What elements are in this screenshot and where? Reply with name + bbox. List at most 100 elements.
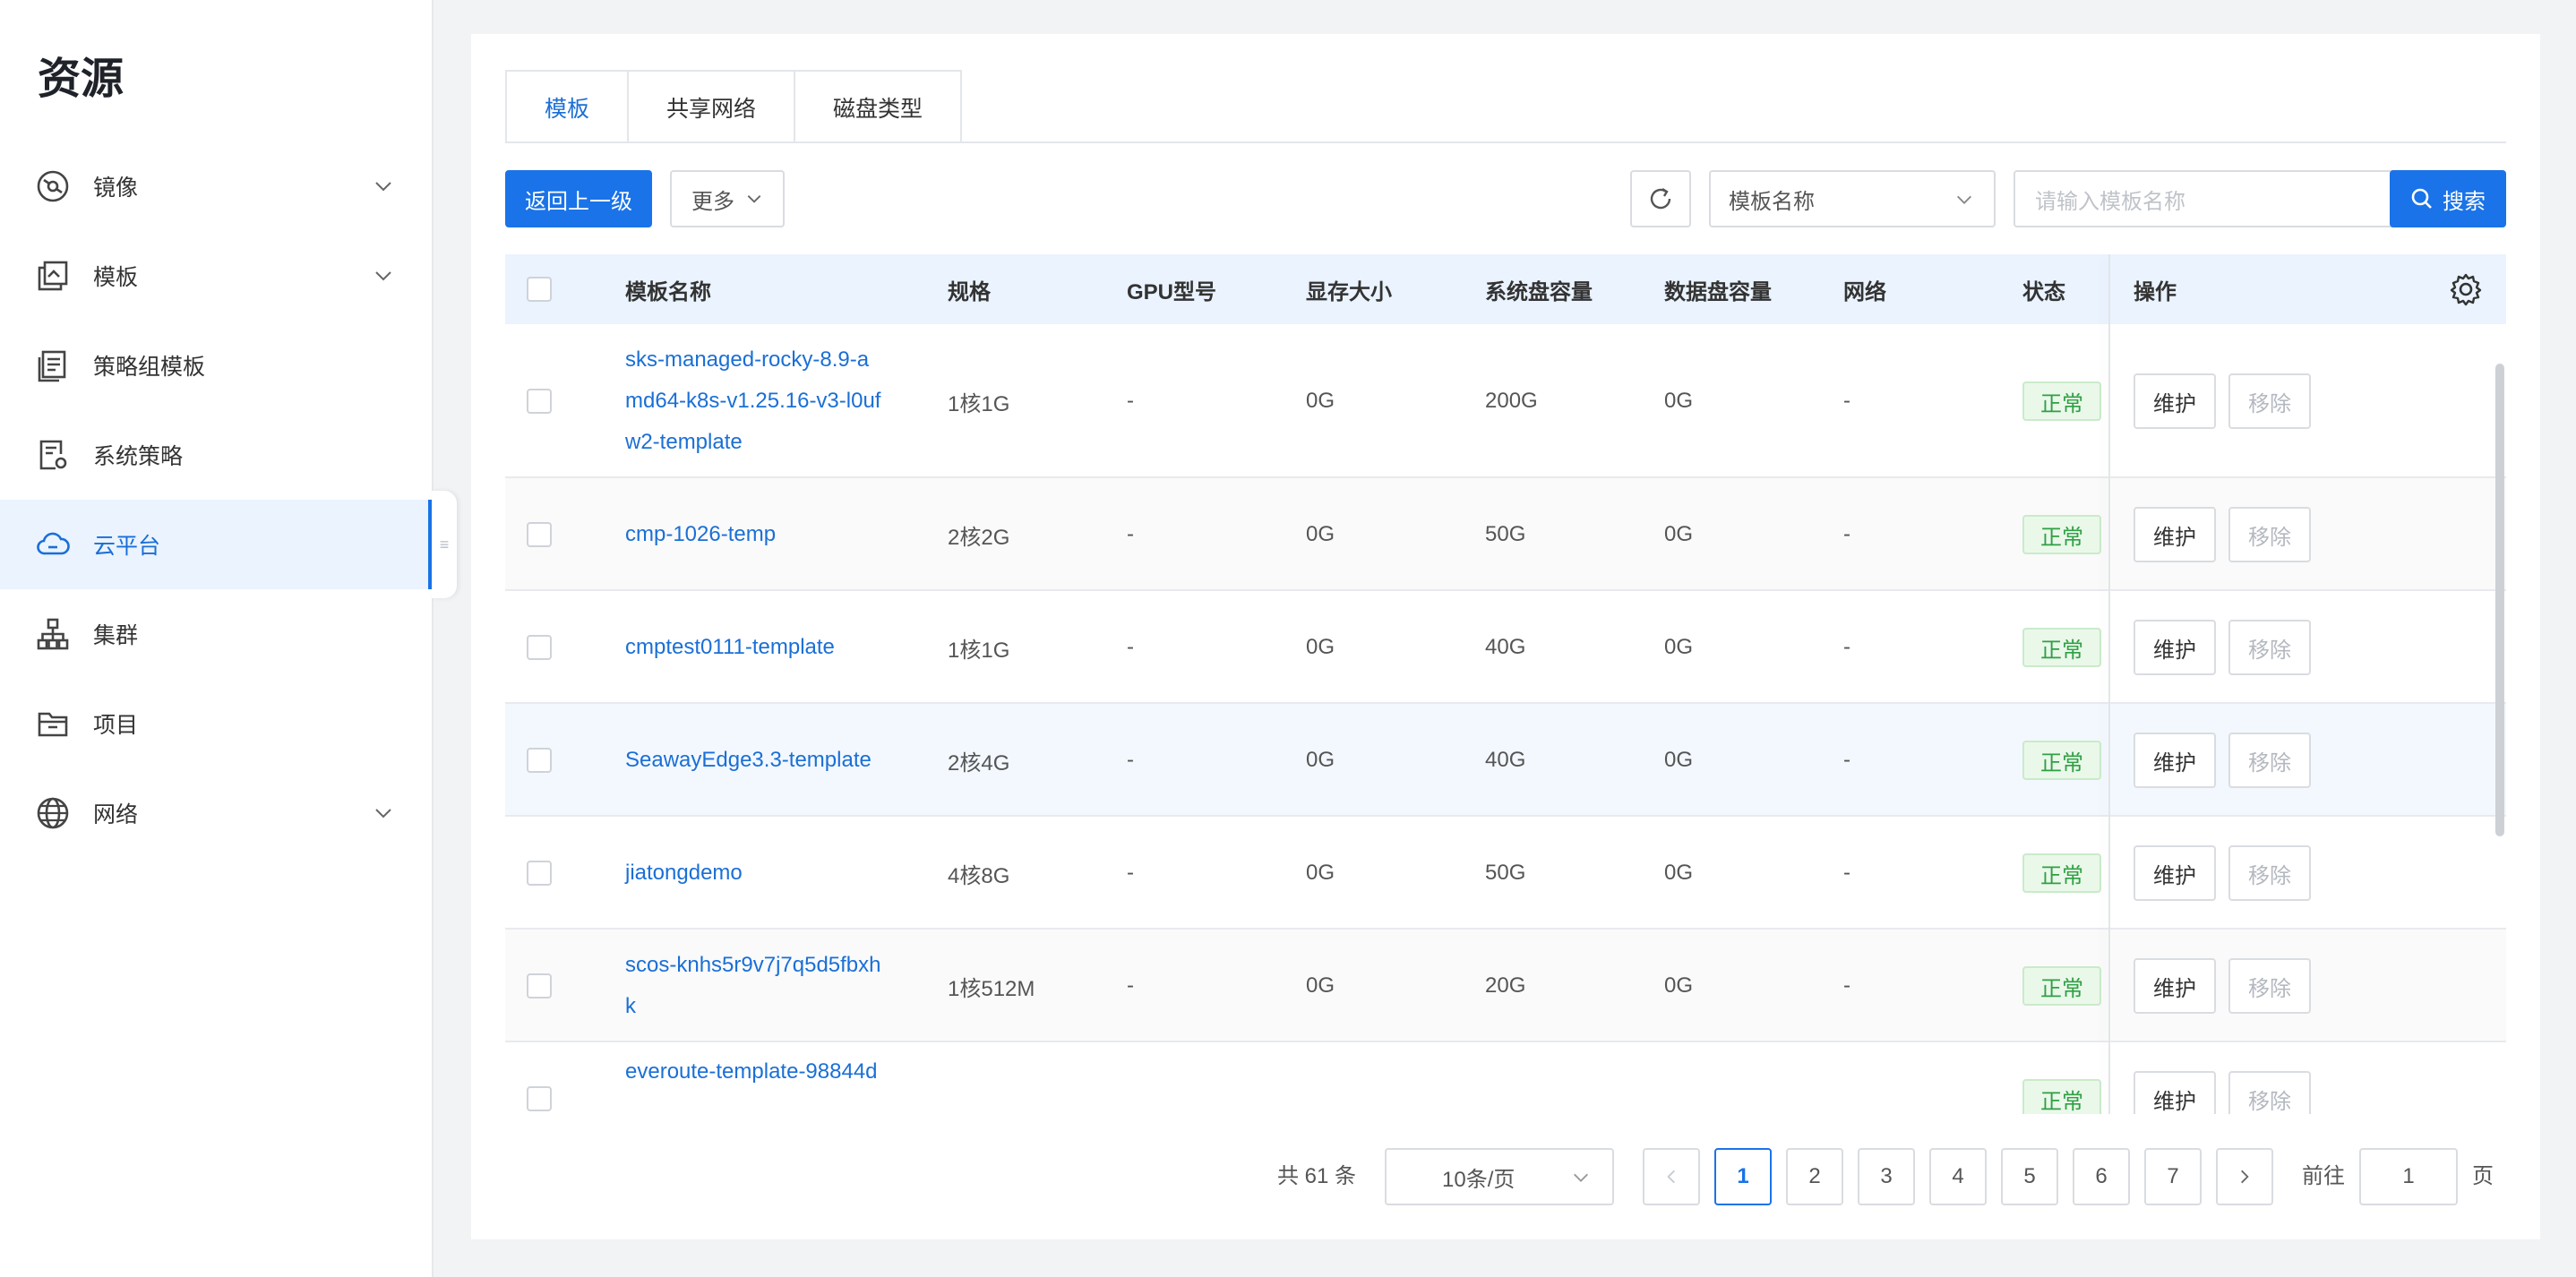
refresh-button[interactable] xyxy=(1630,170,1691,227)
sidebar-item-policy-group-template[interactable]: 策略组模板 xyxy=(0,321,432,410)
chevron-left-icon xyxy=(1667,1170,1675,1184)
page-button[interactable]: 7 xyxy=(2144,1148,2202,1205)
more-dropdown[interactable]: 更多 xyxy=(670,170,785,227)
row-checkbox[interactable] xyxy=(527,635,552,660)
chevron-right-icon xyxy=(2241,1170,2249,1184)
gear-icon[interactable] xyxy=(2449,272,2483,306)
header-spec[interactable]: 规格 xyxy=(948,254,991,324)
cell-template-name: sks-managed-rocky-8.9-a md64-k8s-v1.25.16… xyxy=(625,324,880,478)
row-checkbox[interactable] xyxy=(527,861,552,886)
sidebar-item-project[interactable]: 项目 xyxy=(0,679,432,768)
page-button[interactable]: 6 xyxy=(2073,1148,2130,1205)
folder-icon xyxy=(36,707,70,741)
sidebar-item-image[interactable]: 镜像 xyxy=(0,141,432,231)
header-network[interactable]: 网络 xyxy=(1843,254,1886,324)
page-button[interactable]: 5 xyxy=(2001,1148,2058,1205)
maintain-button[interactable]: 维护 xyxy=(2134,620,2216,675)
template-name-link[interactable]: w2-template xyxy=(625,422,743,463)
page-button[interactable]: 3 xyxy=(1858,1148,1915,1205)
template-name-link[interactable]: scos-knhs5r9v7j7q5d5fbxh xyxy=(625,945,881,986)
remove-button[interactable]: 移除 xyxy=(2228,373,2311,429)
row-checkbox[interactable] xyxy=(527,973,552,998)
sidebar-item-label: 项目 xyxy=(93,713,139,738)
tab-disk-type[interactable]: 磁盘类型 xyxy=(794,70,963,143)
maintain-button[interactable]: 维护 xyxy=(2134,1071,2216,1114)
sidebar-item-system-policy[interactable]: 系统策略 xyxy=(0,410,432,500)
goto-page-input[interactable]: 1 xyxy=(2359,1148,2458,1205)
prev-page-button[interactable] xyxy=(1643,1148,1700,1205)
maintain-button[interactable]: 维护 xyxy=(2134,507,2216,562)
header-vram[interactable]: 显存大小 xyxy=(1306,254,1392,324)
sidebar-title: 资源 xyxy=(38,56,125,103)
template-name-link[interactable]: everoute-template-98844d xyxy=(625,1051,878,1093)
table-row: cmptest0111-template 1核1G - 0G 40G 0G - 正常 维护 移除 xyxy=(505,591,2506,704)
header-name[interactable]: 模板名称 xyxy=(625,254,711,324)
cell-network: - xyxy=(1843,635,1850,659)
sidebar-item-network[interactable]: 网络 xyxy=(0,768,432,858)
cell-network: - xyxy=(1843,522,1850,546)
page-button[interactable]: 2 xyxy=(1786,1148,1843,1205)
remove-button[interactable]: 移除 xyxy=(2228,507,2311,562)
template-name-link[interactable]: sks-managed-rocky-8.9-a xyxy=(625,339,869,381)
page-size-select[interactable]: 10条/页 xyxy=(1385,1148,1614,1205)
sidebar-collapse-handle[interactable]: ≡ xyxy=(432,491,457,598)
page-button[interactable]: 1 xyxy=(1714,1148,1772,1205)
template-name-link[interactable]: k xyxy=(625,986,636,1027)
template-name-link[interactable]: cmptest0111-template xyxy=(625,627,835,668)
remove-button[interactable]: 移除 xyxy=(2228,620,2311,675)
cell-system-disk: 200G xyxy=(1485,389,1538,413)
cell-spec: 1核1G xyxy=(948,638,1010,663)
row-checkbox[interactable] xyxy=(527,748,552,773)
cell-spec: 2核2G xyxy=(948,525,1010,550)
maintain-button[interactable]: 维护 xyxy=(2134,845,2216,901)
chevron-down-icon xyxy=(375,271,391,281)
cell-vram: 0G xyxy=(1306,522,1335,546)
row-checkbox[interactable] xyxy=(527,522,552,547)
next-page-button[interactable] xyxy=(2216,1148,2273,1205)
cell-spec: 2核4G xyxy=(948,750,1010,776)
cell-data-disk: 0G xyxy=(1664,748,1694,772)
remove-button[interactable]: 移除 xyxy=(2228,958,2311,1014)
back-button[interactable]: 返回上一级 xyxy=(505,170,652,227)
page-suffix: 页 xyxy=(2472,1164,2494,1188)
cell-gpu: - xyxy=(1127,389,1134,413)
header-gpu[interactable]: GPU型号 xyxy=(1127,254,1216,324)
select-all-checkbox[interactable] xyxy=(527,277,552,302)
table-row: sks-managed-rocky-8.9-a md64-k8s-v1.25.16… xyxy=(505,324,2506,478)
search-input[interactable]: 请输入模板名称 xyxy=(2014,170,2417,227)
tab-template[interactable]: 模板 xyxy=(505,70,630,143)
page-button[interactable]: 4 xyxy=(1929,1148,1987,1205)
cell-gpu: - xyxy=(1127,522,1134,546)
row-checkbox[interactable] xyxy=(527,1086,552,1111)
vertical-scrollbar[interactable] xyxy=(2495,364,2504,836)
filter-field-select[interactable]: 模板名称 xyxy=(1709,170,1996,227)
remove-button[interactable]: 移除 xyxy=(2228,845,2311,901)
cell-data-disk: 0G xyxy=(1664,389,1694,413)
toolbar: 返回上一级 更多 模板名称 请输入模板名称 搜索 xyxy=(505,170,2506,227)
tab-shared-network[interactable]: 共享网络 xyxy=(627,70,796,143)
sidebar-item-template[interactable]: 模板 xyxy=(0,231,432,321)
maintain-button[interactable]: 维护 xyxy=(2134,733,2216,788)
more-label: 更多 xyxy=(691,189,734,214)
tab-bar: 模板 共享网络 磁盘类型 xyxy=(505,70,963,143)
cell-vram: 0G xyxy=(1306,389,1335,413)
header-status[interactable]: 状态 xyxy=(2022,254,2065,324)
header-system-disk[interactable]: 系统盘容量 xyxy=(1485,254,1593,324)
remove-button[interactable]: 移除 xyxy=(2228,1071,2311,1114)
header-data-disk[interactable]: 数据盘容量 xyxy=(1664,254,1772,324)
sidebar-item-label: 模板 xyxy=(93,265,139,290)
maintain-button[interactable]: 维护 xyxy=(2134,373,2216,429)
header-actions: 操作 xyxy=(2134,279,2177,304)
remove-button[interactable]: 移除 xyxy=(2228,733,2311,788)
row-checkbox[interactable] xyxy=(527,389,552,414)
sidebar-item-cluster[interactable]: 集群 xyxy=(0,589,432,679)
template-name-link[interactable]: cmp-1026-temp xyxy=(625,514,776,555)
template-name-link[interactable]: jiatongdemo xyxy=(625,853,743,894)
template-name-link[interactable]: md64-k8s-v1.25.16-v3-l0uf xyxy=(625,381,880,422)
maintain-button[interactable]: 维护 xyxy=(2134,958,2216,1014)
sidebar-item-cloud-platform[interactable]: 云平台 xyxy=(0,500,432,589)
template-name-link[interactable]: SeawayEdge3.3-template xyxy=(625,740,872,781)
cell-gpu: - xyxy=(1127,973,1134,998)
table-row: jiatongdemo 4核8G - 0G 50G 0G - 正常 维护 移除 xyxy=(505,817,2506,930)
search-button[interactable]: 搜索 xyxy=(2390,170,2506,227)
